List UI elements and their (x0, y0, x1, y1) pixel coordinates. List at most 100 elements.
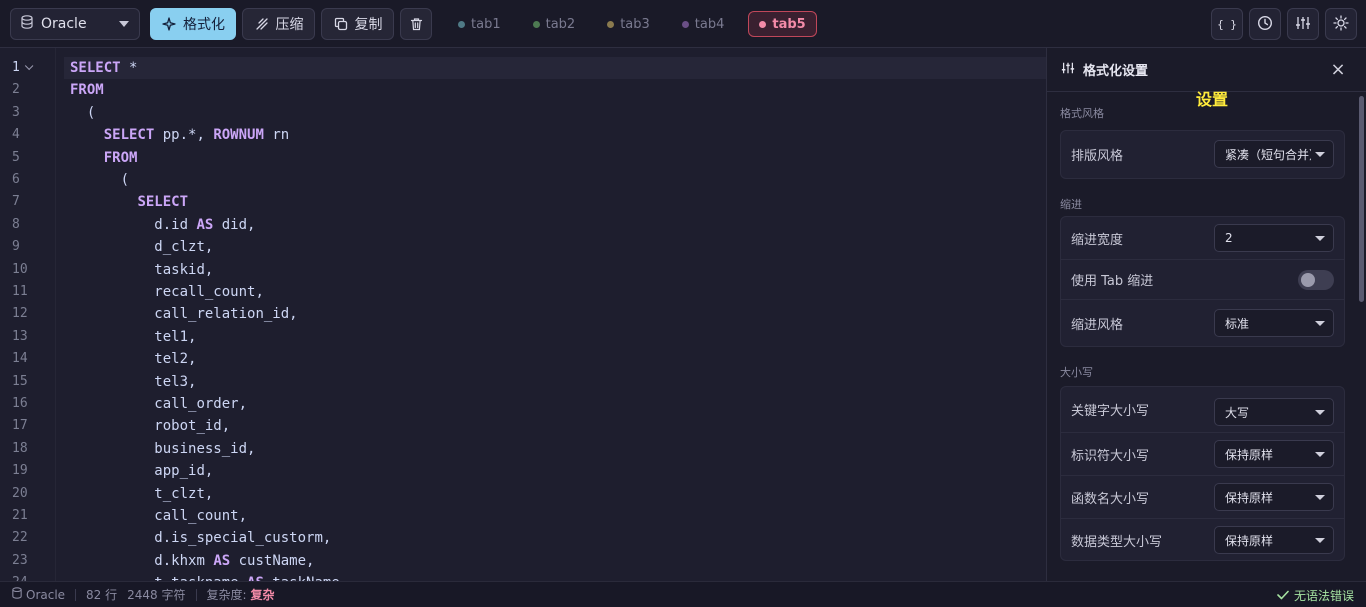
use-tab-toggle[interactable] (1298, 270, 1334, 290)
tab-5[interactable]: tab5 (748, 11, 817, 37)
sql-keyword: ROWNUM (213, 127, 264, 144)
tab-label: tab1 (471, 16, 501, 32)
compress-icon (254, 16, 270, 32)
syntax-status-label: 无语法错误 (1293, 589, 1354, 603)
sql-text: robot_id, (154, 418, 231, 435)
copy-button[interactable]: 复制 (321, 8, 394, 40)
tab-strip: tab1 tab2 tab3 tab4 tab5 (450, 11, 833, 37)
sql-text: call_relation_id, (154, 306, 298, 323)
fold-chevron-icon[interactable] (24, 61, 34, 71)
format-settings-panel: 格式化设置 × 设置 格式风格 排版风格 紧凑（短句合并） 缩进 缩进宽度 2 … (1046, 48, 1366, 581)
tab-4[interactable]: tab4 (674, 11, 733, 37)
braces-icon: { } (1217, 17, 1237, 31)
datatype-case-row: 数据类型大小写 保持原样 (1061, 519, 1344, 561)
tab-1[interactable]: tab1 (450, 11, 509, 37)
indent-card: 缩进宽度 2 使用 Tab 缩进 缩进风格 标准 (1060, 216, 1345, 347)
line-number: 14 (12, 351, 28, 367)
identifier-case-select[interactable]: 保持原样 (1214, 440, 1334, 468)
history-button[interactable] (1249, 8, 1281, 40)
code-line[interactable]: t_clzt, (56, 483, 1046, 505)
sql-keyword: SELECT (137, 194, 189, 211)
code-line[interactable]: tel2, (56, 348, 1046, 370)
sql-text: tel1, (154, 328, 197, 345)
sql-keyword: SELECT (103, 127, 155, 144)
keyword-case-select[interactable]: 大写 (1214, 398, 1334, 426)
close-icon[interactable]: × (1330, 61, 1346, 79)
status-dialect: Oracle (12, 587, 65, 602)
line-number: 13 (12, 328, 28, 344)
settings-button[interactable] (1287, 8, 1319, 40)
code-line[interactable]: business_id, (56, 438, 1046, 460)
code-line[interactable]: tel1, (56, 326, 1046, 348)
line-number: 17 (12, 418, 28, 434)
tab-2[interactable]: tab2 (525, 11, 584, 37)
line-number: 22 (12, 530, 28, 546)
datatype-case-select[interactable]: 保持原样 (1214, 526, 1334, 554)
toggle-knob (1301, 273, 1315, 287)
sql-text: d.is_special_custorm, (154, 530, 332, 547)
clock-icon (1257, 15, 1273, 34)
indent-width-label: 缩进宽度 (1071, 232, 1124, 248)
use-tab-label: 使用 Tab 缩进 (1071, 274, 1154, 289)
clear-button[interactable] (400, 8, 432, 40)
code-line[interactable]: d.id AS did, (56, 214, 1046, 236)
sql-text: custName, (230, 552, 315, 569)
code-editor[interactable]: SELECT * FROM (SELECT pp.*, ROWNUM rn FROM (… (56, 48, 1046, 581)
panel-title: 格式化设置 (1083, 64, 1149, 79)
code-line[interactable]: call_order, (56, 393, 1046, 415)
braces-button[interactable]: { } (1211, 8, 1243, 40)
code-line[interactable]: recall_count, (56, 281, 1046, 303)
code-line[interactable]: robot_id, (56, 415, 1046, 437)
code-line[interactable]: SELECT (56, 191, 1046, 213)
code-line[interactable]: call_count, (56, 505, 1046, 527)
sql-text: d_clzt, (154, 239, 214, 256)
copy-icon (333, 16, 349, 32)
code-line[interactable]: ( (56, 102, 1046, 124)
use-tab-row: 使用 Tab 缩进 (1061, 260, 1344, 300)
panel-scrollbar[interactable] (1359, 96, 1364, 302)
theme-button[interactable] (1325, 8, 1357, 40)
copy-label: 复制 (354, 17, 383, 33)
function-case-select[interactable]: 保持原样 (1214, 483, 1334, 511)
code-line[interactable]: FROM (56, 79, 1046, 101)
compress-button[interactable]: 压缩 (242, 8, 315, 40)
line-number: 2 (12, 82, 20, 98)
code-line[interactable]: tel3, (56, 371, 1046, 393)
status-bar: Oracle 82 行 2448 字符 复杂度: 复杂 无语法错误 (0, 581, 1366, 607)
section-style-label: 格式风格 (1060, 107, 1104, 120)
code-line[interactable]: ( (56, 169, 1046, 191)
sql-text: d.id (154, 216, 197, 233)
tab-label: tab5 (772, 16, 806, 32)
code-line[interactable]: t.taskname AS taskName, (56, 572, 1046, 581)
format-label: 格式化 (183, 17, 225, 33)
line-number: 6 (12, 172, 20, 187)
database-icon (21, 15, 33, 33)
code-line[interactable]: d.is_special_custorm, (56, 527, 1046, 549)
code-line[interactable]: SELECT pp.*, ROWNUM rn (56, 124, 1046, 146)
code-line[interactable]: SELECT * (64, 57, 1046, 79)
format-button[interactable]: 格式化 (150, 8, 236, 40)
code-line[interactable]: taskid, (56, 259, 1046, 281)
layout-style-select[interactable]: 紧凑（短句合并） (1214, 140, 1334, 168)
dialect-select[interactable]: Oracle (10, 8, 140, 40)
function-case-row: 函数名大小写 保持原样 (1061, 476, 1344, 519)
code-line[interactable]: call_relation_id, (56, 303, 1046, 325)
code-line[interactable]: FROM (56, 147, 1046, 169)
sql-text: pp.*, (154, 127, 214, 144)
keyword-case-label: 关键字大小写 (1071, 404, 1150, 419)
code-line[interactable]: app_id, (56, 460, 1046, 482)
indent-style-row: 缩进风格 标准 (1061, 300, 1344, 346)
line-number: 7 (12, 194, 20, 210)
tab-3[interactable]: tab3 (599, 11, 658, 37)
code-line[interactable]: d_clzt, (56, 236, 1046, 258)
divider (195, 588, 197, 601)
dialect-label: Oracle (41, 16, 87, 32)
sql-text: did, (213, 216, 256, 233)
code-line[interactable]: d.khxm AS custName, (56, 550, 1046, 572)
sql-keyword: FROM (103, 149, 138, 166)
line-number: 3 (12, 104, 20, 120)
layout-style-label: 排版风格 (1071, 149, 1124, 164)
indent-width-select[interactable]: 2 (1214, 224, 1334, 252)
indent-style-select[interactable]: 标准 (1214, 309, 1334, 337)
line-number: 5 (12, 149, 20, 165)
